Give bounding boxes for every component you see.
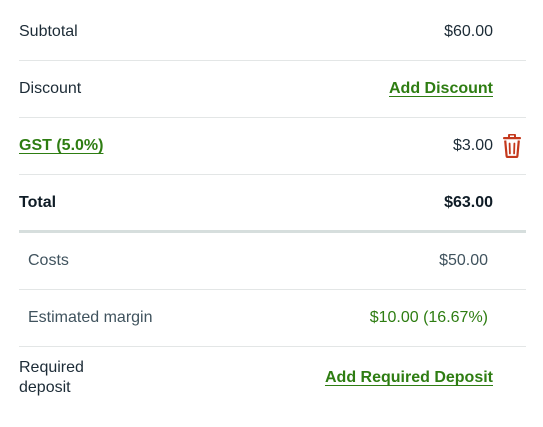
costs-value: $50.00 xyxy=(439,252,488,269)
add-discount-link[interactable]: Add Discount xyxy=(389,79,493,99)
discount-row: Discount Add Discount xyxy=(19,61,526,118)
costs-row: Costs $50.00 xyxy=(19,233,526,290)
gst-value: $3.00 xyxy=(452,137,493,154)
gst-tax-link[interactable]: GST (5.0%) xyxy=(19,136,103,156)
gst-value-group: $3.00 xyxy=(452,133,522,159)
subtotal-label: Subtotal xyxy=(19,23,78,40)
subtotal-value: $60.00 xyxy=(444,23,493,40)
trash-icon[interactable] xyxy=(502,133,522,159)
subtotal-row: Subtotal $60.00 xyxy=(19,4,526,61)
total-value: $63.00 xyxy=(444,193,493,211)
gst-row: GST (5.0%) $3.00 xyxy=(19,118,526,175)
margin-value: $10.00 (16.67%) xyxy=(369,309,488,326)
total-label: Total xyxy=(19,193,57,211)
margin-row: Estimated margin $10.00 (16.67%) xyxy=(19,290,526,347)
discount-label: Discount xyxy=(19,80,82,97)
margin-label: Estimated margin xyxy=(28,309,153,326)
total-row: Total $63.00 xyxy=(19,175,526,233)
costs-label: Costs xyxy=(28,252,69,269)
add-required-deposit-link[interactable]: Add Required Deposit xyxy=(325,368,493,388)
deposit-label: Required deposit xyxy=(19,359,84,396)
order-summary: Subtotal $60.00 Discount Add Discount GS… xyxy=(19,4,526,409)
deposit-row: Required deposit Add Required Deposit xyxy=(19,347,526,409)
